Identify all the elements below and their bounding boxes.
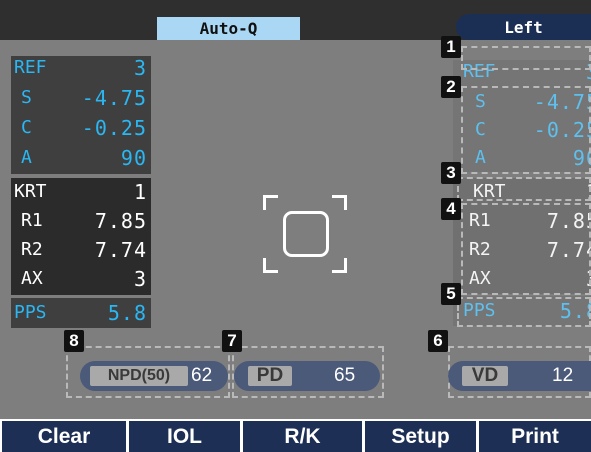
r1-row: R1 7.85	[11, 209, 151, 233]
npd-pill[interactable]: NPD(50) 62	[80, 361, 228, 391]
callout-marker-1: 1	[441, 36, 461, 58]
callout-marker-8: 8	[64, 330, 84, 352]
print-button[interactable]: Print	[479, 421, 591, 452]
bottom-button-bar: Clear IOL R/K Setup Print	[0, 419, 591, 452]
callout-outline-2	[461, 86, 591, 174]
pps-panel: PPS 5.8	[11, 298, 151, 328]
ref-title: REF	[14, 57, 47, 78]
ref-panel: REF 3 S -4.75 C -0.25 A 90	[11, 56, 151, 174]
cylinder-label: C	[21, 117, 32, 138]
reticle-corner	[263, 258, 278, 273]
iol-button[interactable]: IOL	[129, 421, 240, 452]
ref-title-row: REF 3	[11, 56, 151, 80]
vd-value: 12	[552, 365, 574, 386]
ax-value: 3	[133, 267, 147, 291]
callout-marker-2: 2	[441, 76, 461, 98]
axis-value: 90	[120, 146, 147, 170]
ax-row: AX 3	[11, 267, 151, 291]
reticle-corner	[332, 258, 347, 273]
krt-count: 1	[133, 180, 147, 204]
axis-row: A 90	[11, 146, 151, 170]
ref-count: 3	[133, 56, 147, 80]
krt-title-row: KRT 1	[11, 180, 151, 204]
cylinder-value: -0.25	[81, 116, 147, 140]
sphere-value: -4.75	[81, 86, 147, 110]
sphere-label: S	[21, 87, 32, 108]
callout-marker-4: 4	[441, 198, 461, 220]
cylinder-row: C -0.25	[11, 116, 151, 140]
callout-outline-5	[457, 297, 591, 327]
sphere-row: S -4.75	[11, 86, 151, 110]
pps-label: PPS	[14, 302, 47, 323]
r2-label: R2	[21, 239, 43, 260]
vd-pill[interactable]: VD 12	[448, 361, 591, 391]
eye-side-tab[interactable]: Left	[456, 14, 591, 40]
r1-label: R1	[21, 210, 43, 231]
r1-value: 7.85	[94, 209, 147, 233]
vd-label: VD	[462, 365, 508, 386]
auto-q-mode-tab[interactable]: Auto-Q	[157, 17, 300, 40]
pps-row: PPS 5.8	[11, 301, 151, 325]
npd-label: NPD(50)	[90, 366, 188, 386]
device-screen: Auto-Q Left REF 3 S -4.75 C -0.25 A 90 K…	[0, 0, 591, 452]
clear-button[interactable]: Clear	[2, 421, 126, 452]
rk-button[interactable]: R/K	[243, 421, 362, 452]
pd-value: 65	[334, 365, 356, 386]
pd-pill[interactable]: PD 65	[234, 361, 380, 391]
callout-marker-6: 6	[428, 330, 448, 352]
r2-value: 7.74	[94, 238, 147, 262]
alignment-reticle-icon	[263, 195, 347, 273]
reticle-target	[283, 211, 329, 257]
setup-button[interactable]: Setup	[365, 421, 476, 452]
axis-label: A	[21, 147, 32, 168]
ax-label: AX	[21, 268, 43, 289]
r2-row: R2 7.74	[11, 238, 151, 262]
reticle-corner	[263, 195, 278, 210]
callout-outline-3	[457, 177, 591, 201]
callout-marker-5: 5	[441, 283, 461, 305]
callout-marker-3: 3	[441, 162, 461, 184]
pps-value: 5.8	[107, 301, 147, 325]
reticle-corner	[332, 195, 347, 210]
krt-panel: KRT 1 R1 7.85 R2 7.74 AX 3	[11, 178, 151, 295]
callout-outline-1	[461, 46, 591, 70]
krt-title: KRT	[14, 181, 47, 202]
npd-value: 62	[191, 365, 213, 386]
pd-label: PD	[248, 365, 292, 386]
callout-outline-4	[461, 203, 591, 295]
callout-marker-7: 7	[222, 330, 242, 352]
